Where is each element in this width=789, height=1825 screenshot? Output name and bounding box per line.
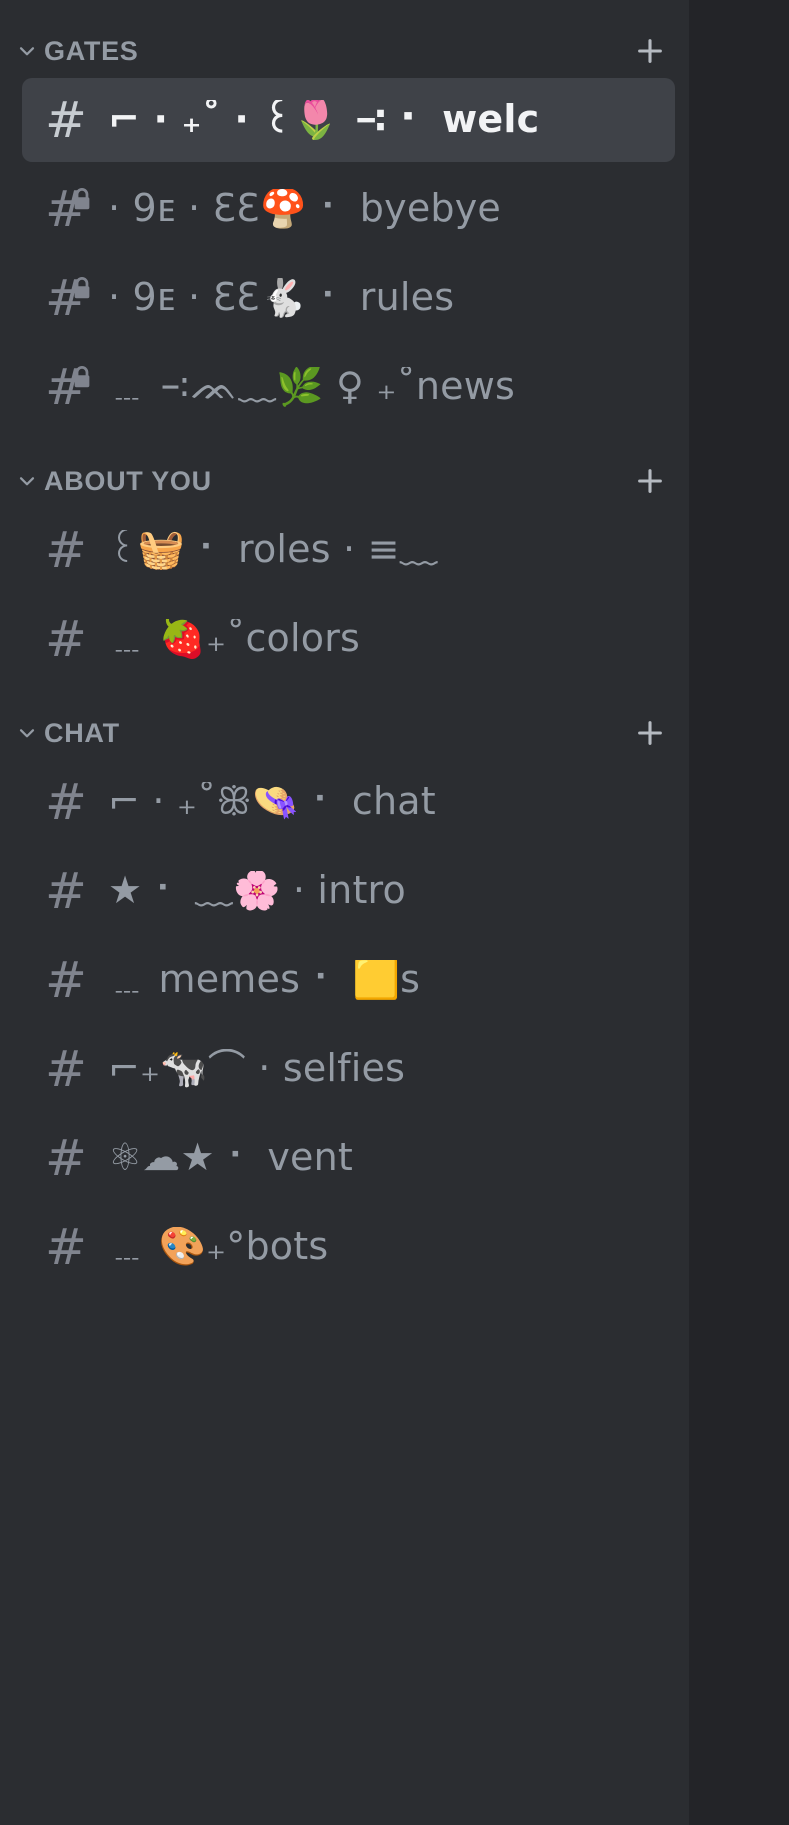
category-header-gates[interactable]: GATES [0, 24, 689, 78]
hash-icon: # [45, 773, 87, 831]
channel-item-rules[interactable]: # · 𝟫ᴇ · ƐƐ🐇 ⠂ rules [22, 256, 675, 340]
hash-icon: # [45, 951, 87, 1009]
channel-item-intro[interactable]: # ★ ⠂ ﹏🌸 · intro [22, 849, 675, 933]
plus-icon[interactable] [633, 34, 667, 68]
lock-icon [71, 276, 93, 300]
hash-icon: # [45, 862, 87, 920]
channel-item-vent[interactable]: # ⚛☁★ ⠂ vent [22, 1116, 675, 1200]
channel-name: ꒰🧺 ⠂ roles · ≡﹏ [108, 530, 438, 570]
category-header-about-you[interactable]: ABOUT YOU [0, 454, 689, 508]
channel-name: ⌐ · ₊˚ · ꒰🌷 ∹ ⠂ welc [108, 100, 540, 140]
channel-name: ⌐₊🐄⌒ · selfies [108, 1049, 406, 1089]
channel-name: ⌐ · ₊˚ꕥ👒 ⠂ chat [108, 782, 436, 822]
lock-icon [71, 365, 93, 389]
category-spacer [0, 434, 689, 454]
channel-item-welc[interactable]: # ⌐ · ₊˚ · ꒰🌷 ∹ ⠂ welc [22, 78, 675, 162]
channel-item-selfies[interactable]: # ⌐₊🐄⌒ · selfies [22, 1027, 675, 1111]
category-label: GATES [44, 35, 139, 66]
category-label: CHAT [44, 717, 120, 748]
hash-locked-icon: # [38, 359, 94, 415]
hash-locked-icon: # [38, 270, 94, 326]
channel-name: · 𝟫ᴇ · ƐƐ🐇 ⠂ rules [108, 278, 455, 318]
channel-name: ﹍ 🎨₊°bots [108, 1227, 329, 1267]
hash-icon: # [45, 1040, 87, 1098]
channel-item-colors[interactable]: # ﹍ 🍓₊˚colors [22, 597, 675, 681]
plus-icon[interactable] [633, 464, 667, 498]
hash-icon: # [45, 1129, 87, 1187]
chevron-down-icon[interactable] [14, 720, 40, 746]
category-header-chat[interactable]: CHAT [0, 706, 689, 760]
plus-icon[interactable] [633, 716, 667, 750]
channel-item-roles[interactable]: # ꒰🧺 ⠂ roles · ≡﹏ [22, 508, 675, 592]
hash-icon: # [45, 1218, 87, 1276]
hash-icon: # [45, 610, 87, 668]
lock-icon [71, 187, 93, 211]
channel-name: ★ ⠂ ﹏🌸 · intro [108, 871, 406, 911]
channel-item-byebye[interactable]: # · 𝟫ᴇ · ƐƐ🍄 ⠂ byebye [22, 167, 675, 251]
category-label: ABOUT YOU [44, 465, 212, 496]
category-spacer [0, 686, 689, 706]
hash-icon: # [45, 521, 87, 579]
channel-name: · 𝟫ᴇ · ƐƐ🍄 ⠂ byebye [108, 189, 501, 229]
channel-item-memes[interactable]: # ﹍ memes ⠂ 🟨ꜱ [22, 938, 675, 1022]
channel-sidebar: GATES # ⌐ · ₊˚ · ꒰🌷 ∹ ⠂ welc # · 𝟫ᴇ · ƐƐ🍄 ⠂ … [0, 0, 689, 1825]
channel-item-chat[interactable]: # ⌐ · ₊˚ꕥ👒 ⠂ chat [22, 760, 675, 844]
channel-item-bots[interactable]: # ﹍ 🎨₊°bots [22, 1205, 675, 1289]
channel-list: GATES # ⌐ · ₊˚ · ꒰🌷 ∹ ⠂ welc # · 𝟫ᴇ · ƐƐ🍄 ⠂ … [0, 24, 689, 1289]
channel-name: ﹍ 🍓₊˚colors [108, 619, 361, 659]
channel-name: ﹍ memes ⠂ 🟨ꜱ [108, 960, 421, 1000]
chevron-down-icon[interactable] [14, 38, 40, 64]
channel-item-news[interactable]: # ﹍ ∹ᨏ﹏🌿 ♀ ₊˚news [22, 345, 675, 429]
channel-name: ﹍ ∹ᨏ﹏🌿 ♀ ₊˚news [108, 367, 515, 407]
chevron-down-icon[interactable] [14, 468, 40, 494]
hash-locked-icon: # [38, 181, 94, 237]
hash-icon: # [45, 91, 87, 149]
sidebar-top-spacer [0, 0, 689, 24]
channel-name: ⚛☁★ ⠂ vent [108, 1138, 353, 1178]
